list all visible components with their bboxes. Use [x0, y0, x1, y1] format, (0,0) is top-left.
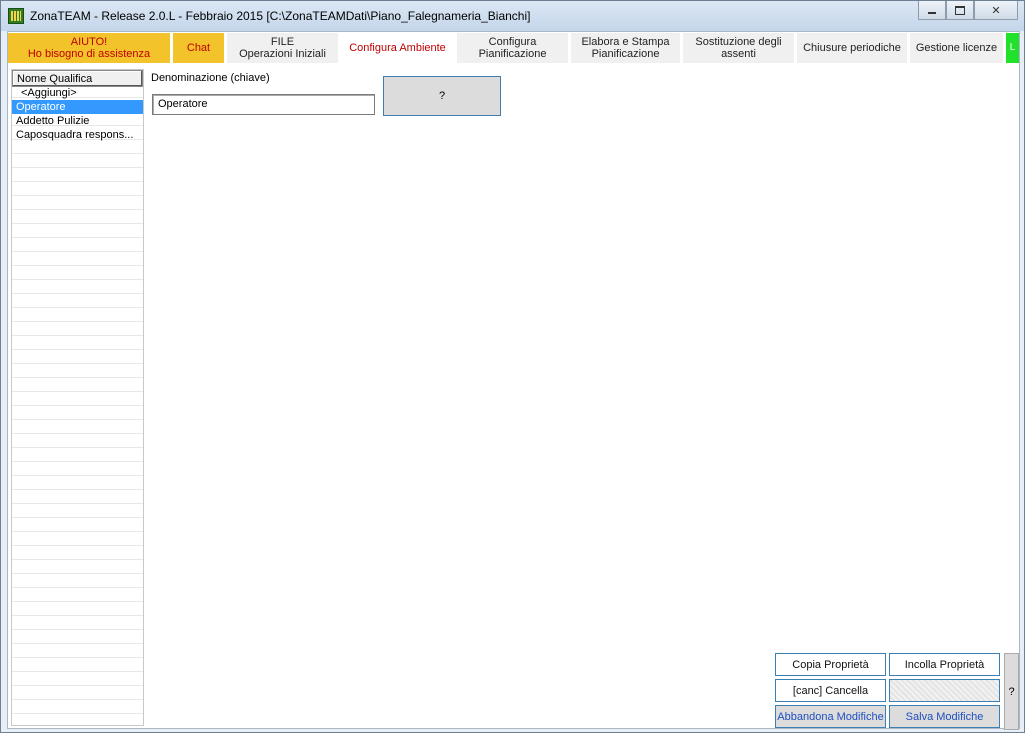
qualifiche-items: <Aggiungi> Operatore Addetto Pulizie Cap… — [12, 87, 143, 142]
tab-gestione-licenze-label: Gestione licenze — [915, 42, 998, 54]
denominazione-help-button[interactable]: ? — [383, 76, 501, 116]
tab-configura-pianificazione-line2: Pianificazione — [478, 48, 547, 60]
tab-configura-pianificazione-line1: Configura — [488, 36, 537, 48]
side-help-button[interactable]: ? — [1004, 653, 1019, 730]
help-button-label: ? — [438, 90, 446, 102]
app-logo-icon — [8, 8, 24, 24]
copia-proprieta-label: Copia Proprietà — [792, 658, 869, 671]
list-header-nome-qualifica[interactable]: Nome Qualifica — [12, 70, 143, 87]
minimize-icon — [928, 12, 936, 14]
qualifiche-list[interactable]: Nome Qualifica <Aggiungi> Operatore Adde… — [11, 69, 144, 726]
license-status-indicator[interactable]: L — [1006, 33, 1019, 63]
window-controls: ✕ — [918, 1, 1018, 20]
main-tab-bar: AIUTO! Ho bisogno di assistenza Chat FIL… — [8, 32, 1019, 64]
minimize-button[interactable] — [918, 1, 946, 20]
tab-elabora-stampa[interactable]: Elabora e Stampa Pianificazione — [571, 33, 680, 63]
abbandona-modifiche-button[interactable]: Abbandona Modifiche — [775, 705, 886, 728]
side-help-label: ? — [1008, 685, 1015, 698]
tab-sostituzione-assenti-line2: assenti — [721, 48, 756, 60]
tab-aiuto[interactable]: AIUTO! Ho bisogno di assistenza — [8, 33, 170, 63]
tab-chat[interactable]: Chat — [173, 33, 224, 63]
cancella-label: [canc] Cancella — [792, 684, 869, 697]
list-item-aggiungi[interactable]: <Aggiungi> — [12, 87, 143, 100]
tab-chat-label: Chat — [186, 42, 211, 54]
cancella-button[interactable]: [canc] Cancella — [775, 679, 886, 702]
app-window: ZonaTEAM - Release 2.0.L - Febbraio 2015… — [0, 0, 1025, 733]
maximize-button[interactable] — [946, 1, 974, 20]
list-item[interactable]: Caposquadra respons... — [12, 128, 143, 142]
tab-chiusure-periodiche[interactable]: Chiusure periodiche — [797, 33, 907, 63]
denominazione-label: Denominazione (chiave) — [151, 72, 270, 84]
tab-sostituzione-assenti-line1: Sostituzione degli — [695, 36, 782, 48]
list-item[interactable]: Operatore — [12, 100, 143, 114]
incolla-proprieta-label: Incolla Proprietà — [904, 658, 985, 671]
salva-modifiche-button[interactable]: Salva Modifiche — [889, 705, 1000, 728]
tab-elabora-stampa-line2: Pianificazione — [591, 48, 660, 60]
copia-proprieta-button[interactable]: Copia Proprietà — [775, 653, 886, 676]
maximize-icon — [955, 5, 965, 15]
license-status-label: L — [1009, 42, 1016, 53]
list-item[interactable]: Addetto Pulizie — [12, 114, 143, 128]
incolla-proprieta-button[interactable]: Incolla Proprietà — [889, 653, 1000, 676]
tab-configura-pianificazione[interactable]: Configura Pianificazione — [457, 33, 568, 63]
tab-configura-ambiente-label: Configura Ambiente — [349, 42, 446, 54]
close-button[interactable]: ✕ — [974, 1, 1018, 20]
close-icon: ✕ — [991, 4, 1001, 17]
tab-file-line2: Operazioni Iniziali — [239, 48, 326, 60]
tab-sostituzione-assenti[interactable]: Sostituzione degli assenti — [683, 33, 794, 63]
title-bar: ZonaTEAM - Release 2.0.L - Febbraio 2015… — [1, 1, 1024, 31]
tab-gestione-licenze[interactable]: Gestione licenze — [910, 33, 1003, 63]
denominazione-input[interactable]: Operatore — [152, 94, 375, 115]
abbandona-modifiche-label: Abbandona Modifiche — [777, 710, 884, 723]
tab-file-line1: FILE — [270, 36, 295, 48]
tab-configura-ambiente[interactable]: Configura Ambiente — [341, 33, 454, 63]
tab-elabora-stampa-line1: Elabora e Stampa — [581, 36, 670, 48]
tab-chiusure-periodiche-label: Chiusure periodiche — [803, 42, 901, 54]
client-area: AIUTO! Ho bisogno di assistenza Chat FIL… — [7, 31, 1020, 730]
tab-file[interactable]: FILE Operazioni Iniziali — [227, 33, 338, 63]
window-title: ZonaTEAM - Release 2.0.L - Febbraio 2015… — [30, 9, 531, 23]
tab-aiuto-line1: AIUTO! — [70, 36, 108, 48]
tab-aiuto-line2: Ho bisogno di assistenza — [27, 48, 151, 60]
empty-disabled-button — [889, 679, 1000, 702]
salva-modifiche-label: Salva Modifiche — [905, 710, 984, 723]
